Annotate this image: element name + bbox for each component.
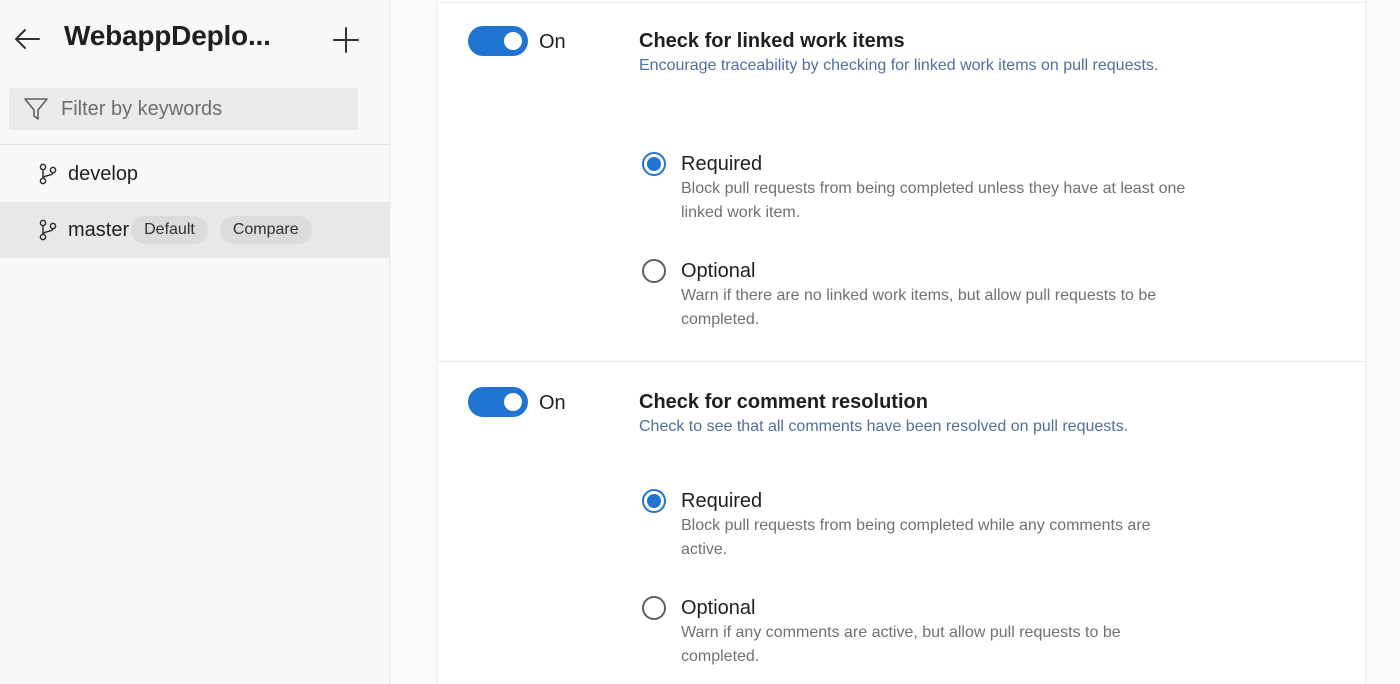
filter-icon (24, 98, 48, 120)
option-label: Optional (681, 260, 756, 282)
policy-title: Check for comment resolution (639, 391, 928, 413)
branch-item-master[interactable]: master Default Compare (0, 202, 390, 258)
policy-title: Check for linked work items (639, 30, 905, 52)
option-description: Block pull requests from being completed… (681, 517, 1151, 558)
plus-icon (333, 27, 359, 53)
arrow-left-icon (15, 29, 40, 49)
filter-box[interactable] (9, 88, 358, 130)
option-description: Warn if any comments are active, but all… (681, 624, 1121, 665)
toggle-label: On (539, 392, 566, 414)
policies-card: On Check for linked work items Encourage… (437, 0, 1367, 684)
toggle-label: On (539, 31, 566, 53)
policy-description: Check to see that all comments have been… (639, 418, 1129, 435)
branch-name: master (68, 218, 130, 241)
policy-divider (438, 361, 1367, 362)
sidebar-header: WebappDeplo... (0, 0, 390, 80)
add-button[interactable] (328, 22, 364, 58)
radio-dot (647, 157, 661, 171)
default-badge: Default (131, 216, 208, 244)
back-button[interactable] (10, 22, 44, 56)
toggle-knob (504, 393, 522, 411)
branch-icon (39, 163, 57, 185)
repo-title: WebappDeplo... (64, 20, 271, 51)
required-radio[interactable] (642, 489, 666, 513)
option-label: Required (681, 153, 763, 175)
option-description: Warn if there are no linked work items, … (681, 287, 1157, 328)
option-label: Required (681, 490, 763, 512)
linked-work-items-toggle[interactable] (468, 26, 528, 56)
branch-name: develop (68, 162, 139, 185)
branch-item-develop[interactable]: develop (0, 146, 390, 202)
toggle-knob (504, 32, 522, 50)
comment-resolution-toggle[interactable] (468, 387, 528, 417)
option-description: Block pull requests from being completed… (681, 180, 1186, 221)
optional-radio[interactable] (642, 259, 666, 283)
option-label: Optional (681, 597, 756, 619)
filter-input[interactable] (61, 97, 331, 121)
card-top-border (438, 2, 1367, 3)
radio-dot (647, 494, 661, 508)
required-radio[interactable] (642, 152, 666, 176)
sidebar-divider (0, 144, 390, 145)
branch-sidebar: WebappDeplo... develop master De (0, 0, 390, 684)
policy-description: Encourage traceability by checking for l… (639, 57, 1159, 74)
compare-badge[interactable]: Compare (219, 216, 312, 244)
branch-icon (39, 219, 57, 241)
optional-radio[interactable] (642, 596, 666, 620)
